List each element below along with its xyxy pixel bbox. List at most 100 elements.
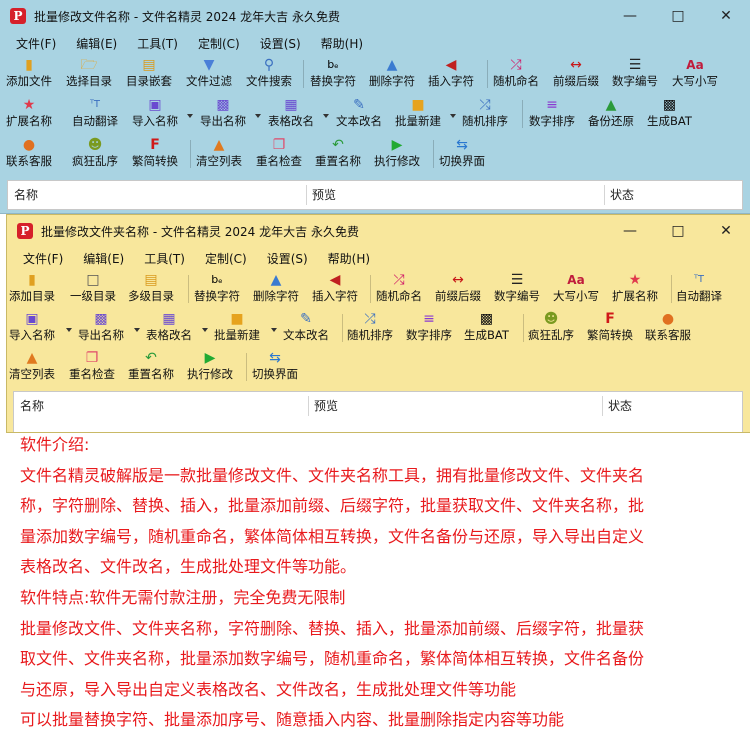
- file-filter-button[interactable]: ▼ 文件过滤: [186, 55, 232, 93]
- text-rename-button[interactable]: ✎ 文本改名: [283, 309, 329, 347]
- random-name-button[interactable]: ⤮ 随机命名: [493, 55, 539, 93]
- table-rename-button[interactable]: ▦ 表格改名: [146, 309, 192, 347]
- export-icon: ▩: [94, 310, 108, 327]
- switch-ui-button[interactable]: ⇆ 切换界面: [439, 135, 485, 173]
- random-name-button[interactable]: ⤮ 随机命名: [376, 270, 422, 308]
- case-convert-button[interactable]: Aa 大写小写: [672, 55, 718, 93]
- crazy-shuffle-button[interactable]: ☻ 疯狂乱序: [72, 135, 118, 173]
- contact-support-button[interactable]: ● 联系客服: [6, 135, 52, 173]
- chevron-down-icon[interactable]: [66, 328, 72, 332]
- batch-create-button[interactable]: ■ 批量新建: [214, 309, 260, 347]
- menu-edit[interactable]: 编辑(E): [73, 250, 134, 267]
- chevron-down-icon[interactable]: [134, 328, 140, 332]
- terminal-icon: ▩: [479, 310, 494, 327]
- generate-bat-button[interactable]: ▩ 生成BAT: [647, 95, 692, 133]
- text-rename-button[interactable]: ✎ 文本改名: [336, 95, 382, 133]
- new-folder-icon: ■: [230, 310, 244, 327]
- table-rename-button[interactable]: ▦ 表格改名: [268, 95, 314, 133]
- export-names-button[interactable]: ▩ 导出名称: [200, 95, 246, 133]
- backup-restore-button[interactable]: ▲ 备份还原: [588, 95, 634, 133]
- trad-simp-convert-button[interactable]: F 繁简转换: [132, 135, 178, 173]
- number-sequence-button[interactable]: ☰ 数字编号: [612, 55, 658, 93]
- menu-tools[interactable]: 工具(T): [127, 35, 188, 52]
- chevron-down-icon[interactable]: [187, 114, 193, 118]
- export-names-button[interactable]: ▩ 导出名称: [78, 309, 124, 347]
- chevron-down-icon[interactable]: [450, 114, 456, 118]
- maximize-icon[interactable]: □: [654, 0, 702, 32]
- auto-translate-button[interactable]: ᵀT 自动翻译: [72, 95, 118, 133]
- execute-button[interactable]: ▶ 执行修改: [374, 135, 420, 173]
- reset-names-button[interactable]: ↶ 重置名称: [315, 135, 361, 173]
- number-sequence-button[interactable]: ☰ 数字编号: [494, 270, 540, 308]
- add-files-button[interactable]: ▮ 添加文件: [6, 55, 52, 93]
- column-preview[interactable]: 预览: [306, 181, 604, 207]
- insert-chars-button[interactable]: ◀ 插入字符: [428, 55, 474, 93]
- minimize-icon[interactable]: —: [606, 0, 654, 32]
- column-preview[interactable]: 预览: [308, 392, 602, 418]
- menu-file[interactable]: 文件(F): [13, 250, 73, 267]
- insert-chars-button[interactable]: ◀ 插入字符: [312, 270, 358, 308]
- number-sort-button[interactable]: ≡ 数字排序: [406, 309, 452, 347]
- case-convert-button[interactable]: Aa 大写小写: [553, 270, 599, 308]
- menu-customize[interactable]: 定制(C): [195, 250, 257, 267]
- level1-folder-button[interactable]: □ 一级目录: [70, 270, 116, 308]
- replace-chars-button[interactable]: bₑ 替换字符: [310, 55, 356, 93]
- minimize-icon[interactable]: —: [606, 215, 654, 247]
- chevron-down-icon[interactable]: [255, 114, 261, 118]
- reset-names-button[interactable]: ↶ 重置名称: [128, 348, 174, 386]
- add-folder-button[interactable]: ▮ 添加目录: [9, 270, 55, 308]
- left-right-arrow-icon: ↔: [570, 56, 582, 73]
- prefix-suffix-button[interactable]: ↔ 前缀后缀: [553, 55, 599, 93]
- random-sort-button[interactable]: ⤮ 随机排序: [462, 95, 508, 133]
- multilevel-folder-button[interactable]: ▤ 多级目录: [128, 270, 174, 308]
- delete-chars-button[interactable]: ▲ 删除字符: [253, 270, 299, 308]
- chevron-down-icon[interactable]: [271, 328, 277, 332]
- duplicate-check-button[interactable]: ❐ 重名检查: [69, 348, 115, 386]
- play-icon: ▶: [391, 136, 403, 153]
- column-name[interactable]: 名称: [8, 181, 306, 207]
- execute-button[interactable]: ▶ 执行修改: [187, 348, 233, 386]
- trad-simp-convert-button[interactable]: F 繁简转换: [587, 309, 633, 347]
- file-search-button[interactable]: ⚲ 文件搜索: [246, 55, 292, 93]
- replace-chars-button[interactable]: bₑ 替换字符: [194, 270, 240, 308]
- menu-settings[interactable]: 设置(S): [250, 35, 311, 52]
- number-sort-button[interactable]: ≡ 数字排序: [529, 95, 575, 133]
- close-icon[interactable]: ✕: [702, 215, 750, 247]
- auto-translate-button[interactable]: ᵀT 自动翻译: [676, 270, 722, 308]
- prefix-suffix-button[interactable]: ↔ 前缀后缀: [435, 270, 481, 308]
- random-sort-button[interactable]: ⤮ 随机排序: [347, 309, 393, 347]
- nested-folders-button[interactable]: ▤ 目录嵌套: [126, 55, 172, 93]
- column-status[interactable]: 状态: [604, 181, 744, 207]
- menu-settings[interactable]: 设置(S): [257, 250, 318, 267]
- chevron-down-icon[interactable]: [323, 114, 329, 118]
- maximize-icon[interactable]: □: [654, 215, 702, 247]
- delete-chars-button[interactable]: ▲ 删除字符: [369, 55, 415, 93]
- toolbar-separator: [370, 275, 371, 303]
- import-names-button[interactable]: ▣ 导入名称: [132, 95, 178, 133]
- generate-bat-button[interactable]: ▩ 生成BAT: [464, 309, 509, 347]
- switch-ui-button[interactable]: ⇆ 切换界面: [252, 348, 298, 386]
- menu-help[interactable]: 帮助(H): [318, 250, 380, 267]
- extension-name-button[interactable]: ★ 扩展名称: [612, 270, 658, 308]
- close-icon[interactable]: ✕: [702, 0, 750, 32]
- insert-text-icon: ◀: [329, 271, 341, 288]
- contact-support-button[interactable]: ● 联系客服: [645, 309, 691, 347]
- import-names-button[interactable]: ▣ 导入名称: [9, 309, 55, 347]
- column-name[interactable]: 名称: [14, 392, 308, 418]
- clear-list-button[interactable]: ▲ 清空列表: [9, 348, 55, 386]
- extension-name-button[interactable]: ★ 扩展名称: [6, 95, 52, 133]
- batch-create-button[interactable]: ■ 批量新建: [395, 95, 441, 133]
- menu-customize[interactable]: 定制(C): [188, 35, 250, 52]
- sort-lines-icon: ≡: [423, 310, 435, 327]
- clear-list-button[interactable]: ▲ 清空列表: [196, 135, 242, 173]
- select-folder-button[interactable]: 🗁 选择目录: [66, 55, 112, 93]
- menu-tools[interactable]: 工具(T): [134, 250, 195, 267]
- menu-file[interactable]: 文件(F): [6, 35, 66, 52]
- window-controls: — □ ✕: [606, 215, 750, 247]
- duplicate-check-button[interactable]: ❐ 重名检查: [256, 135, 302, 173]
- chevron-down-icon[interactable]: [202, 328, 208, 332]
- column-status[interactable]: 状态: [602, 392, 742, 418]
- crazy-shuffle-button[interactable]: ☻ 疯狂乱序: [528, 309, 574, 347]
- menu-help[interactable]: 帮助(H): [311, 35, 373, 52]
- menu-edit[interactable]: 编辑(E): [66, 35, 127, 52]
